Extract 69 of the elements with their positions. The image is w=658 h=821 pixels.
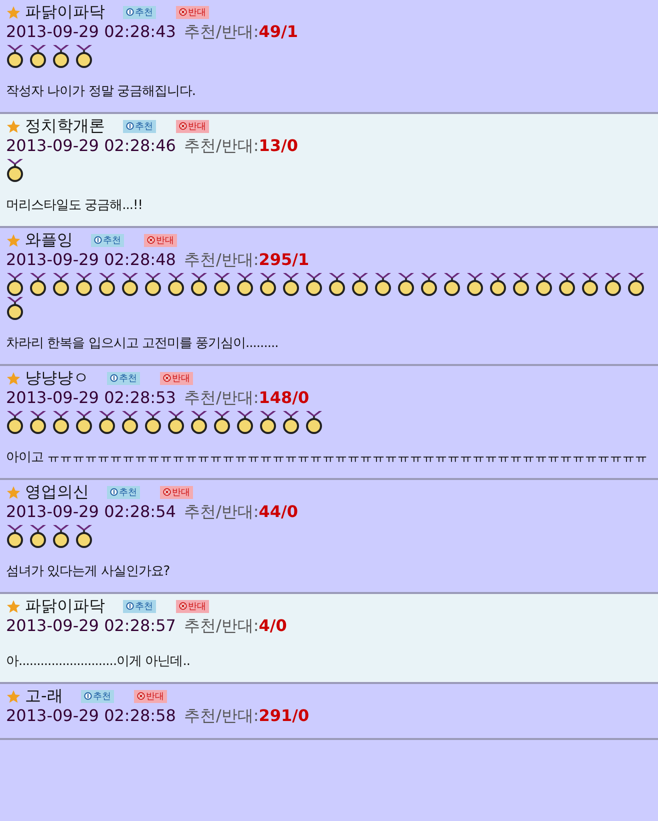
author-name: 영업의신 <box>25 482 89 502</box>
recommend-button[interactable]: 추천 <box>107 372 140 384</box>
oppose-button[interactable]: 반대 <box>176 120 209 132</box>
star-icon <box>6 484 21 500</box>
vote-count: 295/1 <box>258 250 310 270</box>
recommend-button[interactable]: 추천 <box>123 6 156 18</box>
vote-count: 148/0 <box>258 388 310 408</box>
star-icon <box>6 118 21 134</box>
comment-text: 머리스타일도 궁금해...!! <box>6 197 144 214</box>
comment-text: 섬녀가 있다는게 사실인가요? <box>6 563 171 580</box>
recommend-button[interactable]: 추천 <box>107 486 140 498</box>
oppose-button[interactable]: 반대 <box>144 234 177 246</box>
oppose-button[interactable]: 반대 <box>134 690 167 702</box>
info-icon <box>84 692 92 700</box>
close-icon <box>179 602 187 610</box>
author-name: 파닭이파닥 <box>25 596 105 616</box>
comment-date: 2013-09-29 02:28:53 <box>6 388 176 408</box>
vote-count: 4/0 <box>258 616 287 636</box>
star-icon <box>6 232 21 248</box>
close-icon <box>179 122 187 130</box>
info-icon <box>110 488 118 496</box>
recommend-button[interactable]: 추천 <box>80 690 114 702</box>
star-icon <box>6 4 21 20</box>
comment-text: 아이고 ㅠㅠㅠㅠㅠㅠㅠㅠㅠㅠㅠㅠㅠㅠㅠㅠㅠㅠㅠㅠㅠㅠㅠㅠㅠㅠㅠㅠㅠㅠㅠㅠㅠㅠㅠㅠㅠㅠㅠㅠㅠㅠㅠㅠㅠㅠㅠㅠ <box>6 449 648 466</box>
close-icon <box>163 488 171 496</box>
info-icon <box>126 122 134 130</box>
comment-date: 2013-09-29 02:28:43 <box>6 22 176 42</box>
comment-text: 작성자 나이가 정말 궁금해집니다. <box>6 83 197 100</box>
comment-date: 2013-09-29 02:28:48 <box>6 250 176 270</box>
recommend-button[interactable]: 추천 <box>123 600 156 612</box>
info-icon <box>94 236 102 244</box>
votes-label: 추천/반대: <box>184 22 259 42</box>
comment-date: 2013-09-29 02:28:57 <box>6 616 176 636</box>
votes-label: 추천/반대: <box>184 388 259 408</box>
star-icon <box>6 688 21 704</box>
votes-label: 추천/반대: <box>184 616 259 636</box>
votes-label: 추천/반대: <box>184 502 259 522</box>
author-name: 파닭이파닥 <box>25 2 105 22</box>
comment-date: 2013-09-29 02:28:58 <box>6 706 176 726</box>
vote-count: 49/1 <box>258 22 298 42</box>
close-icon <box>163 374 171 382</box>
vote-count: 13/0 <box>258 136 298 156</box>
author-name: 고-래 <box>25 686 63 706</box>
info-icon <box>110 374 118 382</box>
votes-label: 추천/반대: <box>184 250 259 270</box>
oppose-button[interactable]: 반대 <box>176 6 209 18</box>
votes-label: 추천/반대: <box>184 706 259 726</box>
author-name: 냥냥냥ㅇ <box>25 368 89 388</box>
author-name: 와플잉 <box>25 230 73 250</box>
comment-text: 차라리 한복을 입으시고 고전미를 풍기심이......... <box>6 335 280 352</box>
close-icon <box>179 8 187 16</box>
info-icon <box>126 602 134 610</box>
comment-date: 2013-09-29 02:28:54 <box>6 502 176 522</box>
comment-date: 2013-09-29 02:28:46 <box>6 136 176 156</box>
author-name: 정치학개론 <box>25 116 105 136</box>
comment-text: 아...........................이게 아닌데.. <box>6 653 191 670</box>
recommend-button[interactable]: 추천 <box>123 120 156 132</box>
star-icon <box>6 370 21 386</box>
close-icon <box>136 692 145 700</box>
oppose-button[interactable]: 반대 <box>160 486 193 498</box>
star-icon <box>6 598 21 614</box>
oppose-button[interactable]: 반대 <box>160 372 193 384</box>
info-icon <box>126 8 134 16</box>
close-icon <box>147 236 155 244</box>
votes-label: 추천/반대: <box>184 136 259 156</box>
vote-count: 44/0 <box>258 502 298 522</box>
vote-count: 291/0 <box>258 706 310 726</box>
recommend-button[interactable]: 추천 <box>91 234 124 246</box>
oppose-button[interactable]: 반대 <box>176 600 209 612</box>
